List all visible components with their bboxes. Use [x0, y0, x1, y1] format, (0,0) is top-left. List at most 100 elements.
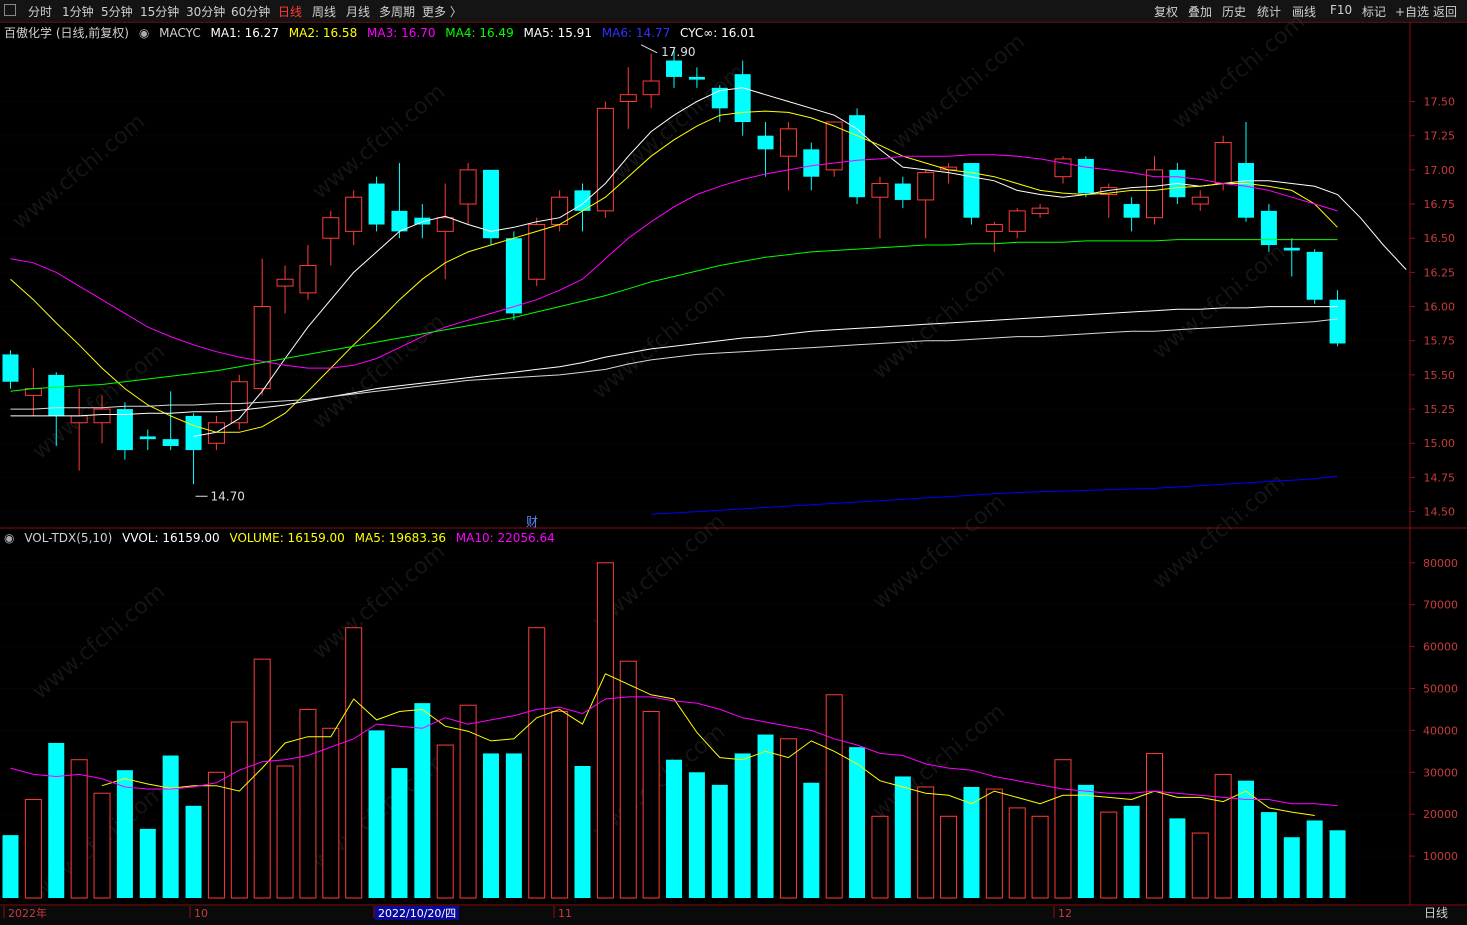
volume-bar-down — [1283, 837, 1300, 898]
volume-bar-up — [1008, 807, 1026, 899]
volume-bar-down — [894, 776, 911, 898]
candle-body-up — [596, 107, 614, 212]
volume-bar-up — [779, 738, 797, 899]
candle-body-down — [963, 163, 980, 218]
high-arrow — [640, 44, 658, 54]
volume-bar-up — [1191, 832, 1209, 899]
candle-body-down — [414, 217, 431, 225]
volume-bar-up — [871, 815, 889, 899]
candle-body-up — [436, 217, 454, 232]
candle-body-down — [505, 238, 522, 314]
volume-tick-label: 20000 — [1423, 808, 1458, 821]
candle-body-up — [619, 94, 637, 103]
annotation-layer: 17.90 14.70 财 — [195, 44, 695, 529]
volume-bar-down — [1077, 784, 1094, 898]
candle-body-down — [162, 439, 179, 446]
volume-bar-up — [459, 704, 477, 899]
date-label: 11 — [558, 907, 572, 920]
candle-body-up — [276, 278, 294, 287]
candle-body-up — [985, 224, 1003, 232]
date-label: 2022年 — [8, 906, 47, 920]
volume-bar-up — [436, 744, 454, 899]
kline-chart[interactable]: www.cfchi.com www.cfchi.com www.cfchi.com w… — [0, 0, 1467, 925]
candle-body-up — [345, 196, 363, 232]
watermark-text: www.cfchi.com — [1148, 469, 1290, 594]
watermark-text: www.cfchi.com — [1168, 9, 1310, 134]
volume-bar-up — [322, 727, 340, 899]
volume-bar-down — [849, 747, 866, 898]
low-label: 14.70 — [211, 489, 245, 503]
volume-bar-down — [116, 770, 133, 898]
volume-bar-down — [414, 703, 431, 898]
volume-bar-down — [803, 782, 820, 898]
volume-bar-down — [711, 784, 728, 898]
volume-bar-down — [757, 734, 774, 898]
watermark-text: www.cfchi.com — [8, 109, 150, 234]
volume-tick-label: 30000 — [1423, 766, 1458, 779]
watermark-text: www.cfchi.com — [868, 259, 1010, 384]
volume-tick-label: 60000 — [1423, 641, 1458, 654]
price-tick-label: 16.00 — [1424, 301, 1456, 314]
volume-bar-up — [551, 711, 569, 899]
candle-body-down — [734, 74, 751, 123]
candle-body-down — [2, 354, 19, 382]
volume-bar-down — [368, 730, 385, 898]
price-tick-label: 15.50 — [1424, 369, 1456, 382]
price-axis: 17.50 17.25 17.00 16.75 16.50 16.25 16.00 15.75… — [1410, 96, 1455, 519]
volume-bar-down — [391, 768, 408, 898]
candle-body-up — [93, 408, 111, 424]
candle-body-up — [871, 183, 889, 198]
date-label: 2022/10/20/四 — [378, 907, 456, 920]
candle-body-down — [1238, 163, 1255, 218]
candle-body-down — [666, 60, 683, 77]
volume-bar-up — [1031, 815, 1049, 899]
volume-bar-up — [299, 708, 317, 899]
watermark-text: www.cfchi.com — [28, 579, 170, 704]
price-tick-label: 14.50 — [1424, 506, 1456, 519]
candle-body-up — [1031, 207, 1049, 215]
candle-body-down — [368, 183, 385, 225]
candle-body-down — [1077, 158, 1094, 194]
volume-tick-label: 40000 — [1423, 724, 1458, 737]
volume-bar-up — [985, 788, 1003, 899]
candle-body-up — [322, 217, 340, 239]
volume-bar-down — [1260, 812, 1277, 898]
candle-body-down — [1123, 204, 1140, 218]
volume-bar-up — [230, 721, 248, 899]
high-label: 17.90 — [661, 45, 695, 59]
volume-bar-up — [940, 815, 958, 899]
candle-body-up — [459, 169, 477, 205]
volume-bar-down — [1169, 818, 1186, 898]
candle-body-down — [482, 169, 499, 239]
candle-body-down — [849, 115, 866, 198]
price-tick-label: 17.50 — [1424, 96, 1456, 109]
volume-bar-up — [1214, 773, 1232, 899]
price-tick-label: 17.00 — [1424, 164, 1456, 177]
candle-body-up — [230, 381, 248, 424]
volume-bar-up — [917, 786, 935, 899]
volume-bar-up — [207, 771, 225, 899]
volume-bar-up — [93, 792, 111, 899]
candle-body-up — [299, 265, 317, 294]
financial-report-marker: 财 — [526, 515, 538, 529]
candle-body-up — [551, 196, 569, 226]
candle-body-up — [1191, 196, 1209, 205]
candle-body-up — [253, 306, 271, 390]
volume-bar-up — [528, 627, 546, 899]
volume-bar-up — [596, 562, 614, 899]
price-tick-label: 15.25 — [1424, 403, 1456, 416]
volume-bar-down — [505, 753, 522, 898]
candle-body-down — [116, 409, 133, 451]
candle-body-down — [894, 183, 911, 200]
candle-body-down — [391, 210, 408, 232]
price-tick-label: 16.25 — [1424, 266, 1456, 279]
candle-body-up — [70, 415, 88, 424]
volume-bar-up — [24, 799, 42, 899]
candle-body-down — [185, 415, 202, 451]
volume-bar-up — [345, 627, 363, 899]
price-tick-label: 15.75 — [1424, 335, 1456, 348]
volume-axis: 80000 70000 60000 50000 40000 30000 20000 10000 — [1410, 557, 1458, 863]
candle-body-down — [48, 374, 65, 416]
price-tick-label: 17.25 — [1424, 130, 1456, 143]
watermark-text: www.cfchi.com — [308, 539, 450, 664]
